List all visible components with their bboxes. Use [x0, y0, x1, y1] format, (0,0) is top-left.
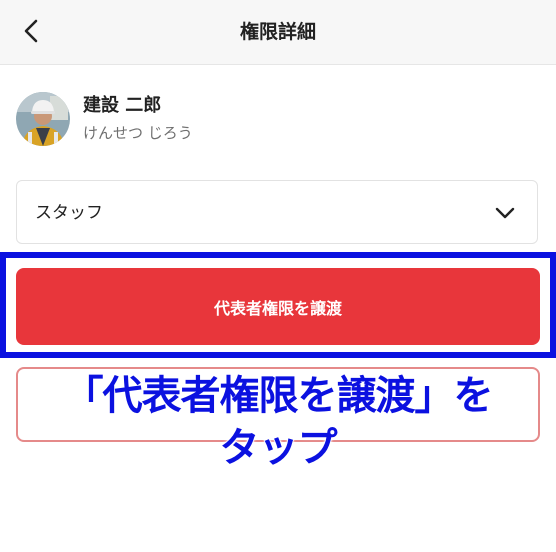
annotation-text: 「代表者権限を譲渡」を タップ	[6, 370, 550, 474]
user-avatar-photo	[16, 92, 70, 146]
page-title: 権限詳細	[239, 21, 316, 43]
avatar	[16, 92, 70, 146]
transfer-representative-button[interactable]: 代表者権限を譲渡	[16, 268, 540, 345]
role-select-value: スタッフ	[35, 203, 103, 223]
transfer-button-label: 代表者権限を譲渡	[213, 298, 342, 318]
header-bar: 権限詳細	[0, 0, 556, 65]
annotation-line-2: タップ	[219, 424, 339, 472]
role-select[interactable]: スタッフ	[16, 180, 538, 244]
user-name: 建設 二郎	[83, 95, 162, 116]
user-info: 建設 二郎 けんせつ じろう	[16, 88, 193, 150]
annotation-line-1: 「代表者権限を譲渡」を	[63, 372, 495, 420]
chevron-down-icon	[495, 207, 515, 219]
user-name-kana: けんせつ じろう	[83, 124, 193, 142]
